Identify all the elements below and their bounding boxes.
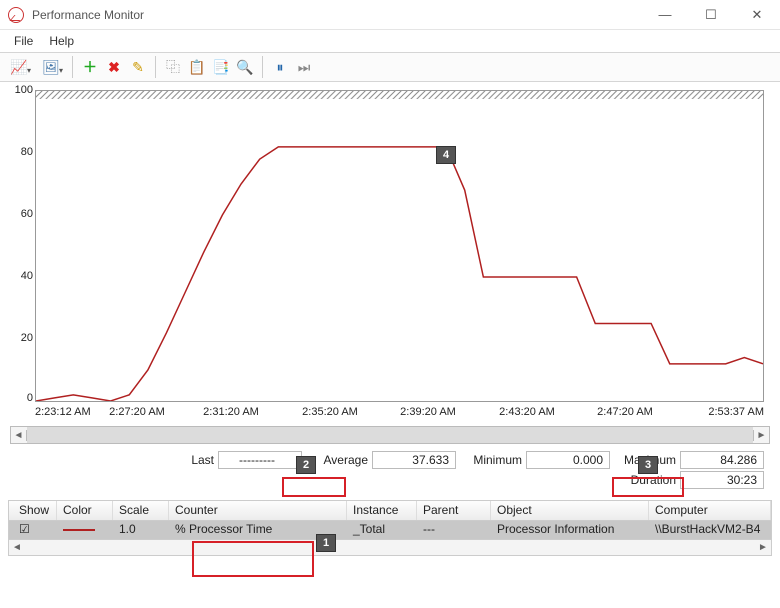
properties-icon: 📑 <box>212 60 229 74</box>
y-tick: 80 <box>0 146 33 158</box>
title-bar: Performance Monitor — ☐ ✕ <box>0 0 780 30</box>
th-color[interactable]: Color <box>57 501 113 520</box>
table-header: Show Color Scale Counter Instance Parent… <box>9 501 771 521</box>
table-row[interactable]: ☑ 1.0 % Processor Time _Total --- Proces… <box>9 521 771 539</box>
toolbar: 📈 🖼 ＋ ✖ ✎ ⿻ 📋 📑 🔍 ⏸ ⏭ <box>0 52 780 82</box>
x-tick: 2:31:20 AM <box>203 406 259 418</box>
properties-button[interactable]: 📑 <box>210 56 232 78</box>
stats-panel: Last --------- Average 37.633 Minimum 0.… <box>0 450 780 496</box>
toolbar-separator <box>72 56 73 78</box>
x-axis: 2:23:12 AM 2:27:20 AM 2:31:20 AM 2:35:20… <box>0 406 780 422</box>
th-scale[interactable]: Scale <box>113 501 169 520</box>
cell-scale: 1.0 <box>113 521 169 539</box>
scroll-track[interactable] <box>27 427 753 443</box>
stat-last-label: Last <box>152 453 218 467</box>
view-chart-button[interactable]: 📈 <box>4 56 34 78</box>
stat-min-label: Minimum <box>460 453 526 467</box>
chart-icon: 📈 <box>10 60 27 74</box>
toolbar-separator <box>262 56 263 78</box>
pencil-icon: ✎ <box>132 60 144 74</box>
stat-max-label: Maximum <box>614 453 680 467</box>
cell-counter: % Processor Time <box>169 521 347 539</box>
line-chart <box>36 91 763 401</box>
pause-button[interactable]: ⏸ <box>269 56 291 78</box>
window-title: Performance Monitor <box>32 8 642 22</box>
th-instance[interactable]: Instance <box>347 501 417 520</box>
pause-icon: ⏸ <box>277 60 284 74</box>
cell-object: Processor Information <box>491 521 649 539</box>
menu-bar: File Help <box>0 30 780 52</box>
x-tick: 2:27:20 AM <box>109 406 165 418</box>
app-icon <box>8 7 24 23</box>
add-counter-button[interactable]: ＋ <box>79 56 101 78</box>
view-picture-button[interactable]: 🖼 <box>36 56 66 78</box>
th-computer[interactable]: Computer <box>649 501 771 520</box>
menu-help[interactable]: Help <box>41 32 82 50</box>
cell-instance: _Total <box>347 521 417 539</box>
paste-button[interactable]: 📋 <box>186 56 208 78</box>
x-tick: 2:23:12 AM <box>35 406 91 418</box>
y-tick: 0 <box>0 392 33 404</box>
x-tick: 2:43:20 AM <box>499 406 555 418</box>
minimize-button[interactable]: — <box>642 0 688 29</box>
step-icon: ⏭ <box>298 60 311 74</box>
th-counter[interactable]: Counter <box>169 501 347 520</box>
copy-icon: ⿻ <box>166 60 180 74</box>
clipboard-icon: 📋 <box>188 60 205 74</box>
close-button[interactable]: ✕ <box>734 0 780 29</box>
scroll-left-icon[interactable]: ◄ <box>11 430 27 441</box>
stat-min-value: 0.000 <box>526 451 610 469</box>
checkbox-icon[interactable]: ☑ <box>19 522 30 536</box>
copy-button[interactable]: ⿻ <box>162 56 184 78</box>
y-tick: 20 <box>0 332 33 344</box>
x-tick: 2:39:20 AM <box>400 406 456 418</box>
x-icon: ✖ <box>108 60 120 74</box>
remove-counter-button[interactable]: ✖ <box>103 56 125 78</box>
zoom-button[interactable]: 🔍 <box>234 56 256 78</box>
maximize-button[interactable]: ☐ <box>688 0 734 29</box>
picture-icon: 🖼 <box>42 60 60 74</box>
cell-show[interactable]: ☑ <box>9 521 57 539</box>
table-scrollbar[interactable]: ◄ ► <box>9 539 771 555</box>
cell-parent: --- <box>417 521 491 539</box>
cell-color <box>57 521 113 539</box>
scroll-right-icon[interactable]: ► <box>755 542 771 553</box>
menu-file[interactable]: File <box>6 32 41 50</box>
stat-dur-label: Duration <box>614 473 680 487</box>
stat-avg-label: Average <box>306 453 372 467</box>
time-scrollbar[interactable]: ◄ ► <box>10 426 770 444</box>
scroll-thumb[interactable] <box>27 427 753 443</box>
th-show[interactable]: Show <box>9 501 57 520</box>
y-tick: 40 <box>0 270 33 282</box>
x-tick: 2:53:37 AM <box>708 406 764 418</box>
counter-table: Show Color Scale Counter Instance Parent… <box>8 500 772 556</box>
stat-avg-value: 37.633 <box>372 451 456 469</box>
cell-computer: \\BurstHackVM2-B4 <box>649 521 771 539</box>
scroll-left-icon[interactable]: ◄ <box>9 542 25 553</box>
zoom-icon: 🔍 <box>236 60 253 74</box>
stat-last-value: --------- <box>218 451 302 469</box>
highlight-button[interactable]: ✎ <box>127 56 149 78</box>
stat-max-value: 84.286 <box>680 451 764 469</box>
annotation-4: 4 <box>436 146 456 164</box>
y-tick: 60 <box>0 208 33 220</box>
chart-area: 100 80 60 40 20 0 4 2:23:12 AM 2:27:20 A… <box>0 82 780 424</box>
th-object[interactable]: Object <box>491 501 649 520</box>
scroll-right-icon[interactable]: ► <box>753 430 769 441</box>
x-tick: 2:47:20 AM <box>597 406 653 418</box>
x-tick: 2:35:20 AM <box>302 406 358 418</box>
step-button[interactable]: ⏭ <box>293 56 315 78</box>
color-swatch <box>63 529 95 531</box>
toolbar-separator <box>155 56 156 78</box>
plot-box[interactable] <box>35 90 764 402</box>
stat-dur-value: 30:23 <box>680 471 764 489</box>
y-tick: 100 <box>0 84 33 96</box>
th-parent[interactable]: Parent <box>417 501 491 520</box>
plus-icon: ＋ <box>83 60 97 74</box>
